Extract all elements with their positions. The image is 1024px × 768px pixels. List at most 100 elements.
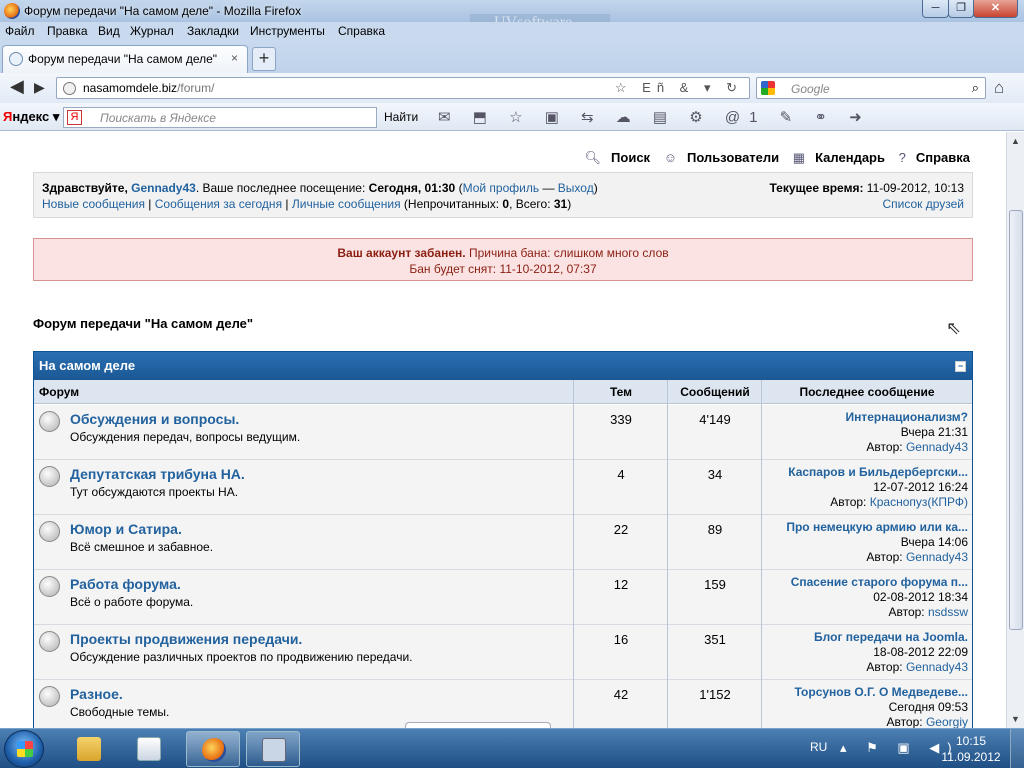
- username-link[interactable]: Gennady43: [131, 181, 196, 195]
- maximize-button[interactable]: ❐: [948, 0, 974, 18]
- divider: [667, 380, 668, 728]
- tab-close-icon[interactable]: ×: [231, 51, 238, 65]
- last-post-title-link[interactable]: Спасение старого форума п...: [762, 575, 968, 590]
- category-header[interactable]: На самом деле −: [34, 352, 972, 380]
- yandex-search-input[interactable]: Я Поискать в Яндексе: [63, 107, 377, 128]
- scroll-up-icon[interactable]: ▲: [1011, 136, 1020, 146]
- ban-notice: Ваш аккаунт забанен. Причина бана: слишк…: [33, 238, 973, 281]
- menu-edit[interactable]: Правка: [47, 24, 88, 38]
- scroll-thumb[interactable]: [1009, 210, 1023, 630]
- start-button[interactable]: [4, 730, 44, 768]
- col-last: Последнее сообщение: [799, 385, 935, 399]
- post-count: 89: [707, 522, 723, 537]
- yandex-toolbar-icons[interactable]: ✉ ⬒ ☆ ▣ ⇆ ☁ ▤ ⚙ @1 ✎ ⚭ ➜: [438, 108, 871, 126]
- forum-name-link[interactable]: Депутатская трибуна НА.: [70, 466, 245, 482]
- post-count: 1'152: [699, 687, 731, 702]
- language-indicator[interactable]: RU: [810, 740, 827, 754]
- clock[interactable]: 10:15 11.09.2012: [940, 733, 1002, 765]
- menu-view[interactable]: Вид: [98, 24, 120, 38]
- ban-reason: Причина бана: слишком много слов: [468, 246, 669, 260]
- search-icon: 🔍︎: [584, 150, 602, 165]
- last-post-title-link[interactable]: Блог передачи на Joomla.: [762, 630, 968, 645]
- last-post-title-link[interactable]: Каспаров и Бильдербергски...: [762, 465, 968, 480]
- current-time: Текущее время: 11-09-2012, 10:13: [769, 181, 964, 195]
- private-messages-link[interactable]: Личные сообщения: [292, 197, 401, 211]
- forum-name-link[interactable]: Обсуждения и вопросы.: [70, 411, 239, 427]
- forum-top-links: 🔍︎ Поиск ☺ Пользователи ▦ Календарь ? Справк…: [575, 150, 970, 166]
- url-bar-icons[interactable]: ☆ Eñ & ▾ ↻: [615, 80, 743, 96]
- collapse-icon[interactable]: −: [955, 361, 966, 372]
- menu-file[interactable]: Файл: [5, 24, 35, 38]
- page-title: Форум передачи "На самом деле": [33, 316, 254, 331]
- forum-name-link[interactable]: Разное.: [70, 686, 123, 702]
- col-forum: Форум: [39, 385, 80, 399]
- last-post-title-link[interactable]: Интернационализм?: [762, 410, 968, 425]
- search-box[interactable]: Google ⌕: [756, 77, 986, 99]
- new-posts-link[interactable]: Новые сообщения: [42, 197, 145, 211]
- quick-links: Новые сообщения | Сообщения за сегодня |…: [42, 197, 571, 211]
- close-paren: ): [567, 197, 572, 211]
- last-post-author-link[interactable]: Gennady43: [906, 440, 968, 454]
- forum-name-link[interactable]: Проекты продвижения передачи.: [70, 631, 302, 647]
- last-post-author-link[interactable]: Georgiy: [926, 715, 968, 728]
- forum-name-link[interactable]: Юмор и Сатира.: [70, 521, 182, 537]
- explorer-taskbar-button[interactable]: [62, 731, 116, 767]
- menu-bookmarks[interactable]: Закладки: [187, 24, 239, 38]
- close-window-button[interactable]: ✕: [973, 0, 1018, 18]
- calendar-link[interactable]: Календарь: [815, 150, 885, 165]
- help-link[interactable]: Справка: [916, 150, 970, 165]
- new-tab-button[interactable]: +: [252, 47, 276, 71]
- logout-link[interactable]: Выход: [558, 181, 594, 195]
- forum-name-link[interactable]: Работа форума.: [70, 576, 181, 592]
- category-title[interactable]: На самом деле: [39, 358, 135, 373]
- home-icon[interactable]: ⌂: [994, 78, 1004, 98]
- back-icon[interactable]: ◀: [10, 76, 24, 97]
- last-post: Торсунов О.Г. О Медведеве... Сегодня 09:5…: [762, 685, 968, 728]
- search-link[interactable]: Поиск: [611, 150, 650, 165]
- last-post-author-link[interactable]: Gennady43: [906, 550, 968, 564]
- last-post-author-link[interactable]: nsdssw: [928, 605, 968, 619]
- minimize-button[interactable]: ─: [922, 0, 949, 18]
- yandex-logo[interactable]: Яндекс ▾: [3, 109, 59, 125]
- mouse-cursor-icon: ⇖: [946, 318, 962, 338]
- yandex-find-button[interactable]: Найти: [384, 110, 418, 124]
- menu-help[interactable]: Справка: [338, 24, 385, 38]
- menu-history[interactable]: Журнал: [130, 24, 174, 38]
- last-post-author-link[interactable]: Краснопуз(КПРФ): [870, 495, 968, 509]
- dash: —: [542, 181, 555, 195]
- search-placeholder: Google: [791, 82, 830, 96]
- remote-desktop-taskbar-button[interactable]: [246, 731, 300, 767]
- chevron-down-icon: ▾: [52, 109, 60, 124]
- yandex-placeholder: Поискать в Яндексе: [100, 111, 216, 125]
- last-post-date: Вчера 21:31: [900, 425, 968, 439]
- total-label: , Всего:: [509, 197, 551, 211]
- topic-count: 22: [613, 522, 629, 537]
- separator: |: [285, 197, 289, 211]
- last-post-title-link[interactable]: Торсунов О.Г. О Медведеве...: [762, 685, 968, 700]
- media-taskbar-button[interactable]: [122, 731, 176, 767]
- firefox-taskbar-button[interactable]: [186, 731, 240, 767]
- yandex-logo-first: Я: [3, 109, 13, 124]
- vertical-scrollbar[interactable]: ▲ ▼: [1006, 132, 1024, 728]
- google-icon[interactable]: [761, 81, 775, 95]
- friends-link[interactable]: Список друзей: [882, 197, 964, 211]
- forum-status-icon: [39, 466, 60, 487]
- post-count: 4'149: [699, 412, 731, 427]
- forum-status-icon: [39, 631, 60, 652]
- users-link[interactable]: Пользователи: [687, 150, 779, 165]
- search-icon[interactable]: ⌕: [972, 80, 979, 96]
- profile-link[interactable]: Мой профиль: [463, 181, 540, 195]
- last-post-date: Вчера 14:06: [900, 535, 968, 549]
- forward-icon[interactable]: ▶: [34, 79, 45, 96]
- site-identity-icon[interactable]: [63, 82, 76, 95]
- url-bar[interactable]: nasamomdele.biz/forum/ ☆ Eñ & ▾ ↻: [56, 77, 750, 99]
- scroll-down-icon[interactable]: ▼: [1011, 714, 1020, 724]
- tab-forum[interactable]: Форум передачи "На самом деле" ×: [2, 45, 248, 73]
- last-post-title-link[interactable]: Про немецкую армию или ка...: [762, 520, 968, 535]
- menu-tools[interactable]: Инструменты: [250, 24, 325, 38]
- last-post-author-link[interactable]: Gennady43: [906, 660, 968, 674]
- folder-icon: [77, 737, 101, 761]
- greeting: Здравствуйте,: [42, 181, 128, 195]
- show-desktop-button[interactable]: [1010, 729, 1024, 768]
- today-posts-link[interactable]: Сообщения за сегодня: [155, 197, 282, 211]
